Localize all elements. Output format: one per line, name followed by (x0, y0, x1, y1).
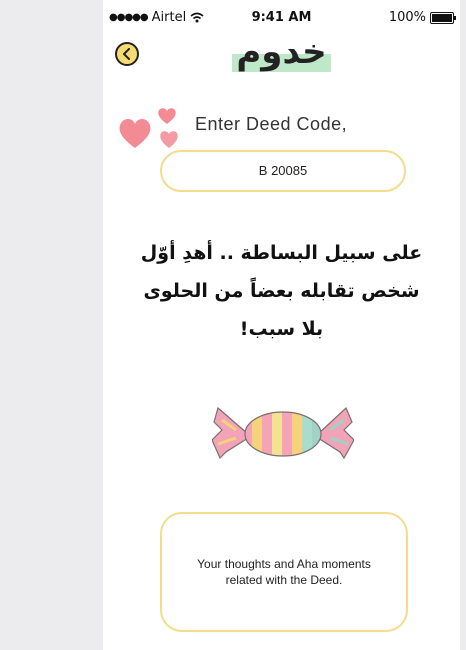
candy-icon (212, 406, 354, 460)
logo-text: خدوم (232, 32, 331, 72)
battery-icon (430, 11, 456, 24)
deed-description-line-2: شخص تقابله بعضاً من الحلوى (143, 280, 420, 302)
status-right: 100% (388, 10, 456, 25)
thoughts-textarea[interactable]: Your thoughts and Aha moments related wi… (160, 512, 408, 632)
deed-code-input[interactable]: B 20085 (160, 150, 406, 192)
app-logo: خدوم (103, 32, 460, 72)
deed-code-label: Enter Deed Code, (195, 114, 348, 134)
battery-percent: 100% (388, 10, 426, 25)
phone-screen: ●●●●● Airtel 9:41 AM 100% خدوم Enter Dee… (103, 0, 460, 650)
status-bar: ●●●●● Airtel 9:41 AM 100% (103, 0, 460, 34)
deed-description: على سبيل البساطة .. أهدِ أوّل شخص تقابله… (133, 234, 430, 348)
deed-description-line-1: على سبيل البساطة .. أهدِ أوّل (140, 242, 423, 264)
thoughts-placeholder: Your thoughts and Aha moments related wi… (197, 557, 371, 587)
hearts-icon (119, 108, 178, 148)
deed-description-line-3: بلا سبب! (239, 318, 324, 340)
